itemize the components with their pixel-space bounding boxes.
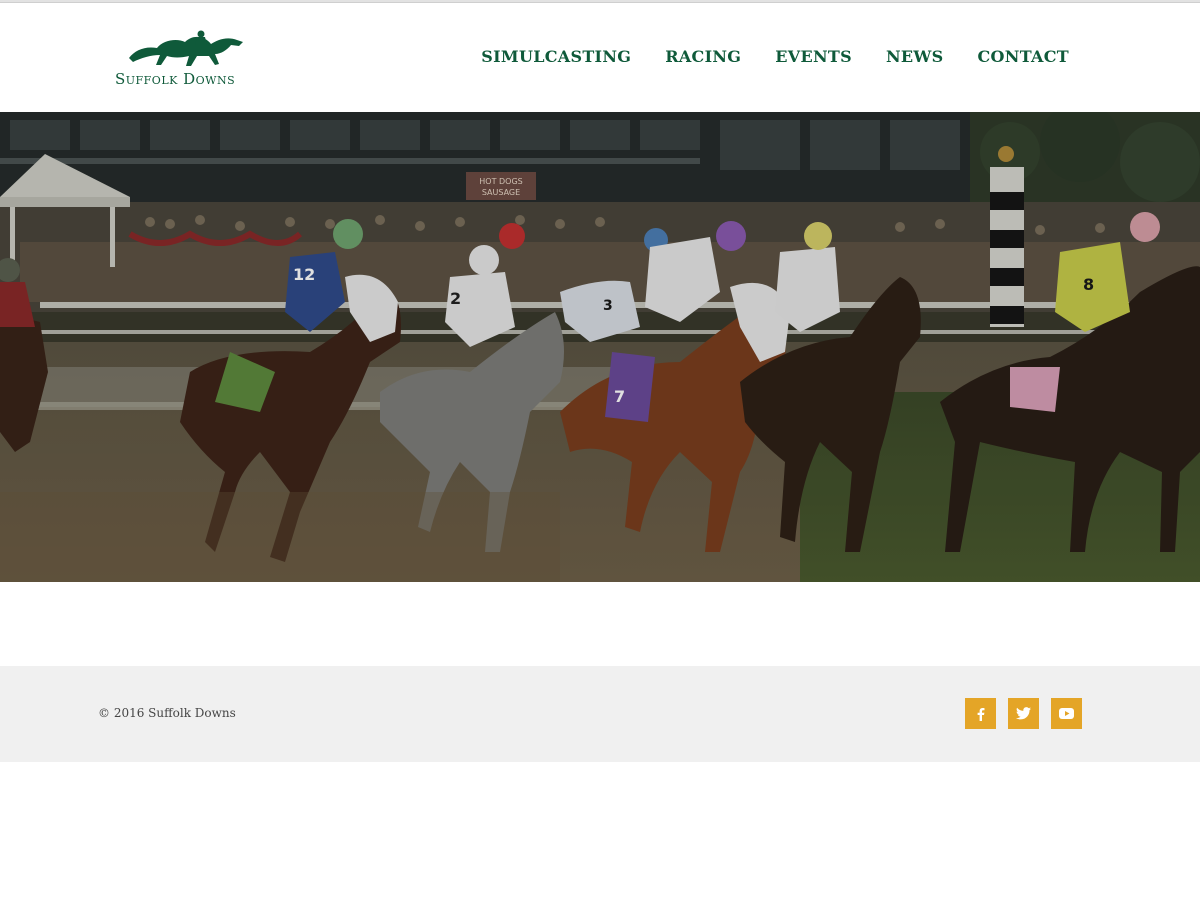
horse-logo-icon: [129, 30, 243, 66]
youtube-button[interactable]: [1051, 698, 1082, 729]
social-links: [965, 698, 1094, 729]
site-footer: © 2016 Suffolk Downs: [0, 666, 1200, 762]
hero-image: HOT DOGS SAUSAGE 12 2 3 7 8: [0, 112, 1200, 582]
twitter-icon: [1016, 707, 1031, 720]
nav-simulcasting[interactable]: SIMULCASTING: [481, 47, 631, 66]
horse-race-photo: HOT DOGS SAUSAGE 12 2 3 7 8: [0, 112, 1200, 582]
nav-contact[interactable]: CONTACT: [978, 47, 1069, 66]
nav-events[interactable]: EVENTS: [775, 47, 852, 66]
facebook-icon: [977, 707, 984, 721]
copyright-text: © 2016 Suffolk Downs: [98, 706, 236, 720]
logo-text: Suffolk Downs: [115, 70, 236, 88]
twitter-button[interactable]: [1008, 698, 1039, 729]
nav-racing[interactable]: RACING: [665, 47, 741, 66]
youtube-icon: [1059, 708, 1074, 719]
main-nav: SIMULCASTING RACING EVENTS NEWS CONTACT: [481, 47, 1069, 66]
logo-link[interactable]: Suffolk Downs: [115, 28, 255, 92]
nav-news[interactable]: NEWS: [886, 47, 944, 66]
site-header: Suffolk Downs SIMULCASTING RACING EVENTS…: [0, 3, 1200, 112]
facebook-button[interactable]: [965, 698, 996, 729]
